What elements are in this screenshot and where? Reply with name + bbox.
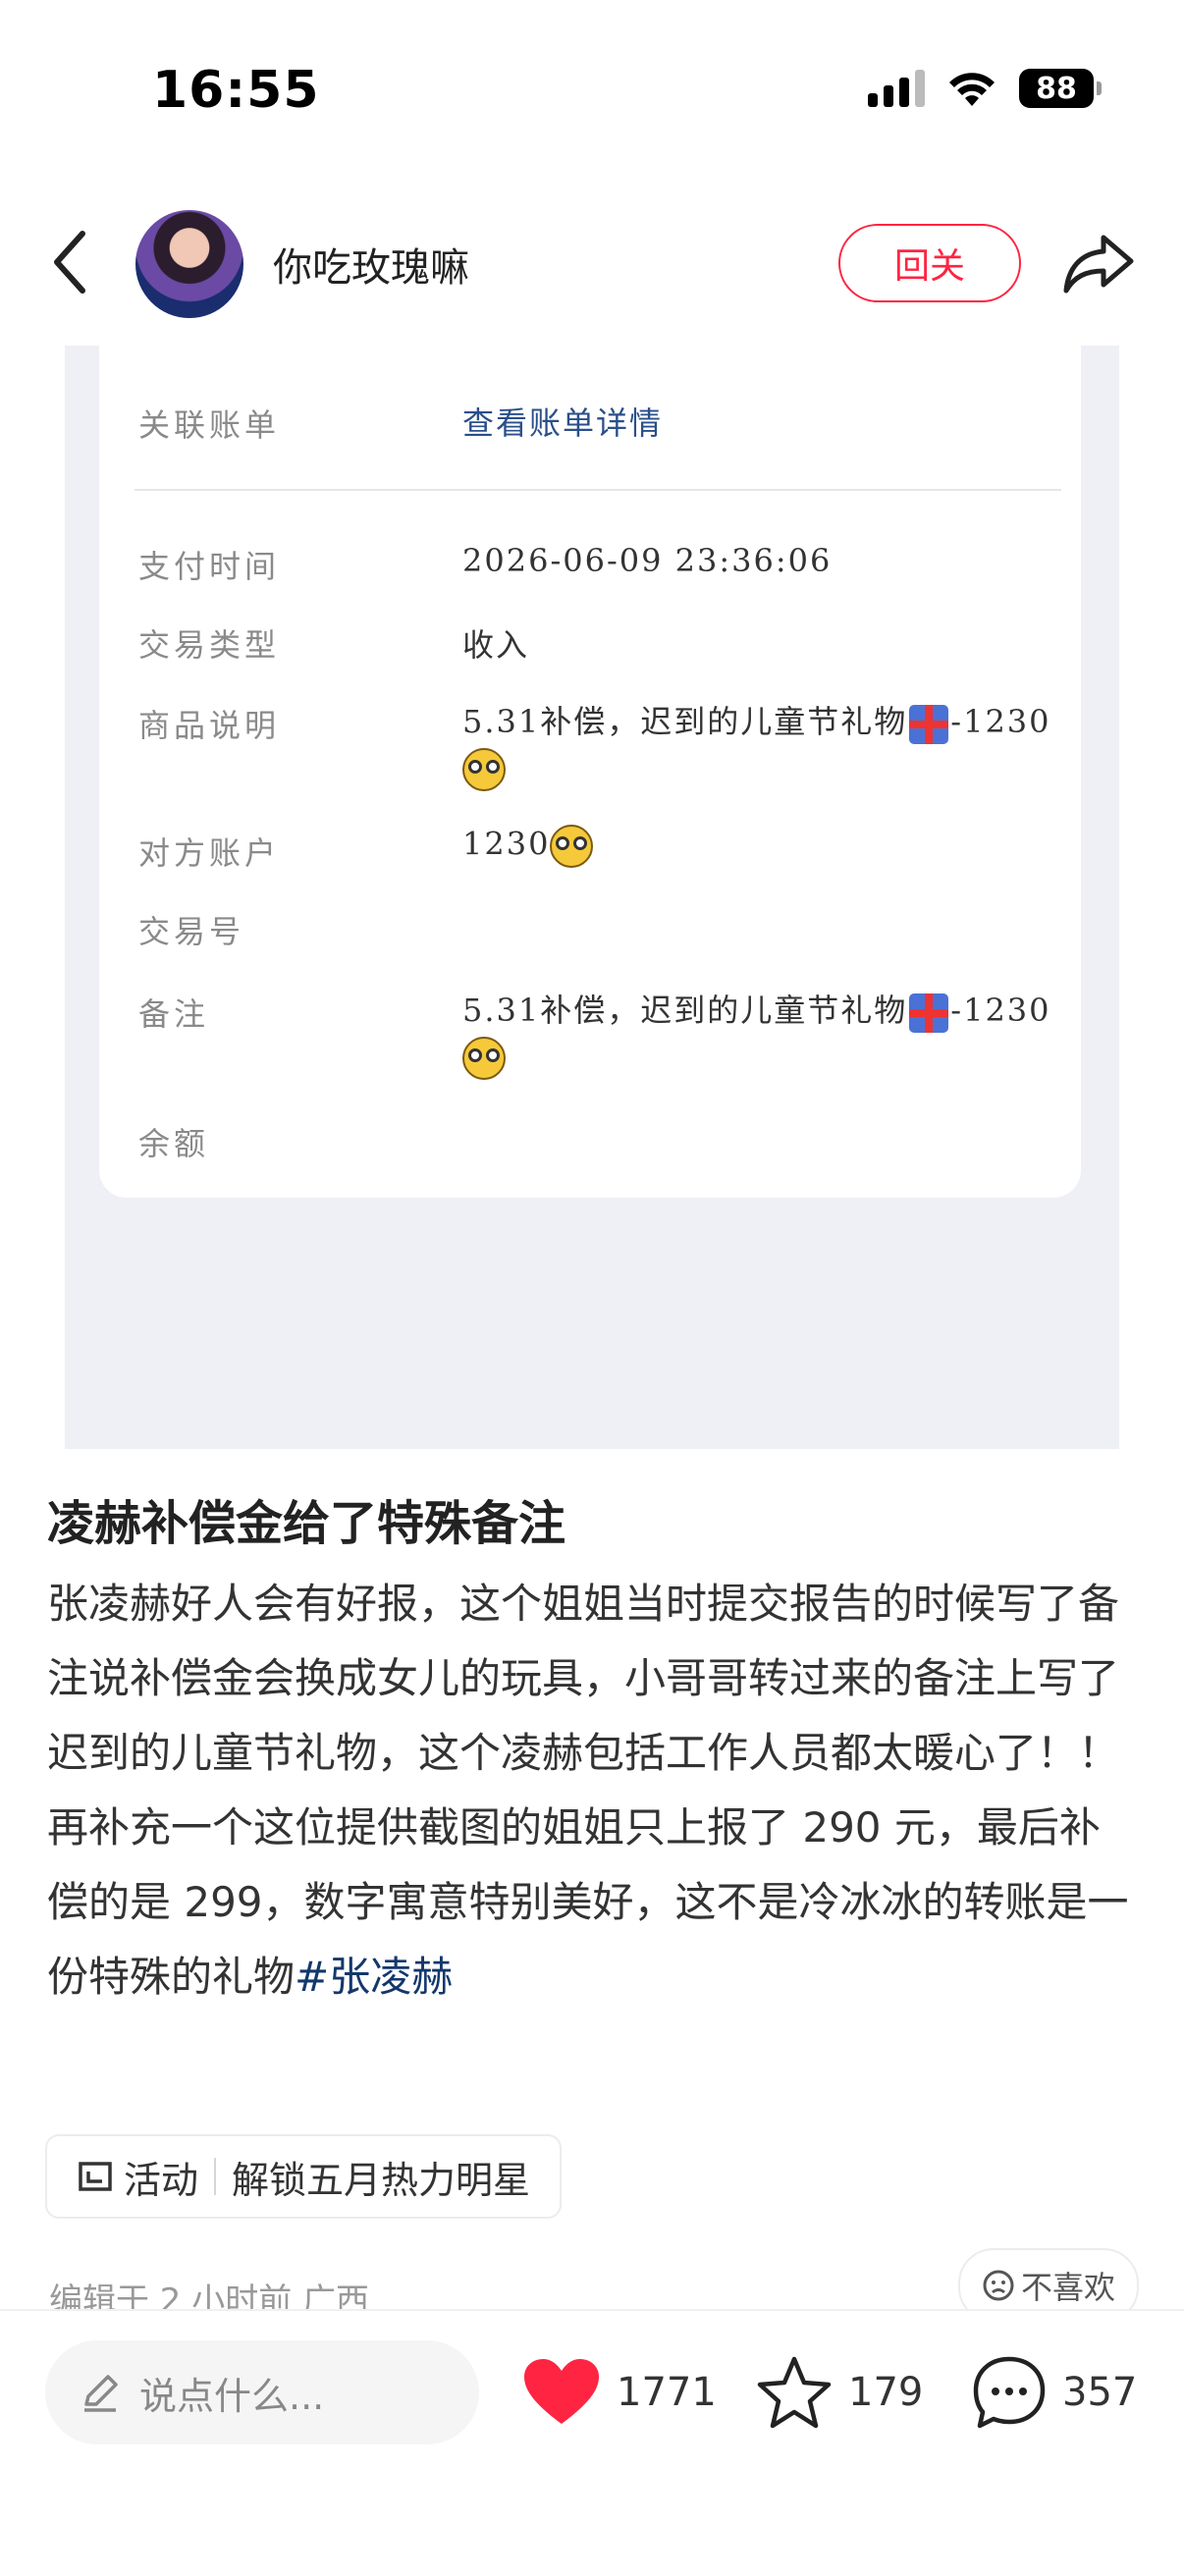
username[interactable]: 你吃玫瑰嘛 [273,236,469,293]
desc-value: 5.31补偿，迟到的儿童节礼物 -1230 [462,697,1051,744]
hashtag-link[interactable]: #张凌赫 [295,1953,453,2001]
owl-icon [550,825,594,868]
tx-no-label: 交易号 [138,913,245,950]
status-time: 16:55 [152,61,320,120]
cellular-signal-icon [868,70,925,107]
gift-icon [909,993,949,1033]
post-body: 张凌赫好人会有好报，这个姐姐当时提交报告的时候写了备注说补偿金会换成女儿的玩具，… [47,1567,1137,2014]
counterparty-label: 对方账户 [138,834,281,872]
owl-icon [462,1037,506,1080]
type-label: 交易类型 [138,626,281,664]
post-title: 凌赫补偿金给了特殊备注 [47,1496,566,1551]
wifi-icon [949,73,995,106]
back-icon[interactable] [47,228,92,296]
comment-button[interactable]: 357 [972,2348,1137,2437]
receipt-divider [135,489,1061,491]
note-label: 备注 [138,995,210,1033]
desc-value-suffix: -1230 [950,703,1051,740]
activity-divider [214,2158,217,2195]
post-paragraph: 再补充一个这位提供截图的姐姐只上报了 290 元，最后补偿的是 299，数字寓意… [47,1791,1137,2014]
activity-tag[interactable]: 活动 解锁五月热力明星 [45,2134,563,2219]
comment-input[interactable]: 说点什么... [45,2340,479,2444]
pencil-icon [84,2375,118,2412]
star-icon [757,2356,832,2429]
note-value-suffix: -1230 [950,992,1051,1029]
post-paragraph-text: 再补充一个这位提供截图的姐姐只上报了 290 元，最后补偿的是 299，数字寓意… [47,1803,1129,2001]
type-value: 收入 [462,626,530,664]
activity-label: 活动 [124,2158,199,2202]
activity-icon [79,2162,112,2191]
like-count: 1771 [617,2370,717,2415]
follow-back-button[interactable]: 回关 [838,224,1021,302]
status-icons: 88 [868,69,1102,108]
pay-time-value: 2026-06-09 23:36:06 [462,542,833,579]
desc-value-text: 5.31补偿，迟到的儿童节礼物 [462,703,908,740]
note-value: 5.31补偿，迟到的儿童节礼物 -1230 [462,986,1051,1033]
like-button[interactable]: 1771 [522,2348,717,2437]
counterparty-account: 1230 [462,825,551,863]
avatar[interactable] [135,210,243,318]
balance-label: 余额 [138,1125,210,1162]
activity-name: 解锁五月热力明星 [232,2158,531,2202]
dislike-label: 不喜欢 [1020,2269,1115,2306]
collect-button[interactable]: 179 [756,2348,923,2437]
comment-bubble-icon [973,2356,1046,2429]
pay-time-label: 支付时间 [138,548,281,585]
heart-icon [524,2359,599,2424]
desc-label: 商品说明 [138,707,281,744]
post-paragraph: 张凌赫好人会有好报，这个姐姐当时提交报告的时候写了备注说补偿金会换成女儿的玩具，… [47,1580,1120,1777]
note-value-text: 5.31补偿，迟到的儿童节礼物 [462,992,908,1029]
gift-icon [909,704,949,744]
owl-icon [462,748,506,791]
collect-count: 179 [848,2370,924,2415]
share-icon[interactable] [1062,232,1135,296]
receipt-card: 关联账单 查看账单详情 支付时间 2026-06-09 23:36:06 交易类… [99,346,1081,1198]
post-image[interactable]: 关联账单 查看账单详情 支付时间 2026-06-09 23:36:06 交易类… [65,346,1119,1449]
comment-count: 357 [1062,2370,1138,2415]
linked-bill-label: 关联账单 [138,406,281,444]
counterparty-value: 1230 [462,825,594,868]
comment-placeholder: 说点什么... [139,2374,325,2418]
sad-face-icon [983,2270,1014,2301]
linked-bill-link: 查看账单详情 [462,404,664,442]
battery-icon: 88 [1019,69,1102,108]
